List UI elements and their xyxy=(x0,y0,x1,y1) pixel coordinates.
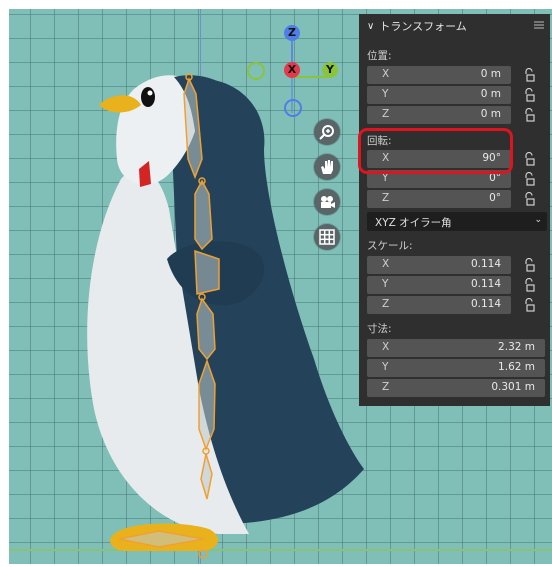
location-label: 位置: xyxy=(367,50,392,62)
field-value: 0.114 xyxy=(470,298,501,310)
gizmo-z-axis[interactable]: Z xyxy=(284,25,300,41)
axis-label: X xyxy=(382,258,390,270)
field-value: 0 m xyxy=(480,88,501,100)
hand-pan-icon[interactable] xyxy=(314,154,340,180)
axis-label: Z xyxy=(382,108,390,120)
dimensions-label: 寸法: xyxy=(367,323,392,335)
field-value: 0 m xyxy=(480,68,501,80)
chevron-down-icon[interactable]: ∨ xyxy=(367,21,374,32)
field-value: 1.62 m xyxy=(498,361,535,373)
lock-icon[interactable] xyxy=(523,278,535,292)
field-value: 0.114 xyxy=(470,278,501,290)
lock-icon[interactable] xyxy=(523,68,535,82)
gizmo-x-axis[interactable]: X xyxy=(284,62,300,78)
lock-icon[interactable] xyxy=(523,258,535,272)
field-value: 0 m xyxy=(480,108,501,120)
axis-label: Z xyxy=(382,298,390,310)
axis-label: X xyxy=(382,341,390,353)
scale-x-field[interactable]: X 0.114 xyxy=(367,256,511,274)
rotation-mode-dropdown[interactable]: XYZ オイラー角 ⌄ xyxy=(367,212,547,231)
axis-label: Y xyxy=(382,88,389,100)
location-z-field[interactable]: Z 0 m xyxy=(367,106,511,124)
transform-panel: ∨ トランスフォーム 位置: X0 m Y0 m Z0 m 回転: X 90° Y… xyxy=(359,14,550,406)
axis-label: X xyxy=(382,68,390,80)
field-value: 0.301 m xyxy=(491,381,535,393)
scale-z-field[interactable]: Z 0.114 xyxy=(367,296,511,314)
panel-menu-icon[interactable] xyxy=(534,20,544,30)
zoom-icon[interactable] xyxy=(314,119,340,145)
chevron-down-icon: ⌄ xyxy=(534,215,542,225)
axis-label: Z xyxy=(382,381,390,393)
rotation-mode-value: XYZ オイラー角 xyxy=(375,217,452,229)
grid-icon[interactable] xyxy=(314,224,340,250)
scale-label: スケール: xyxy=(367,240,413,252)
field-value: 0° xyxy=(489,192,501,204)
transform-panel-title: トランスフォーム xyxy=(379,20,467,33)
lock-icon[interactable] xyxy=(523,192,535,206)
location-x-field[interactable]: X 0 m xyxy=(367,66,511,84)
lock-icon[interactable] xyxy=(523,152,535,166)
transform-panel-header[interactable]: ∨ トランスフォーム xyxy=(359,14,550,38)
dimensions-z-field[interactable]: Z 0.301 m xyxy=(367,379,545,397)
dimensions-x-field[interactable]: X 2.32 m xyxy=(367,339,545,357)
scale-y-field[interactable]: Y 0.114 xyxy=(367,276,511,294)
rotation-x-highlight xyxy=(358,128,513,174)
gizmo-neg-z-axis[interactable] xyxy=(284,99,302,117)
camera-icon[interactable] xyxy=(314,189,340,215)
rotation-z-field[interactable]: Z 0° xyxy=(367,190,511,208)
field-value: 2.32 m xyxy=(498,341,535,353)
lock-icon[interactable] xyxy=(523,88,535,102)
axis-label: Y xyxy=(382,361,389,373)
penguin-eye xyxy=(141,87,155,107)
axis-label: Y xyxy=(382,278,389,290)
location-y-field[interactable]: Y 0 m xyxy=(367,86,511,104)
lock-icon[interactable] xyxy=(523,298,535,312)
axis-label: Z xyxy=(382,192,390,204)
gizmo-neg-x-axis[interactable] xyxy=(247,62,265,80)
dimensions-y-field[interactable]: Y 1.62 m xyxy=(367,359,545,377)
gizmo-y-axis[interactable]: Y xyxy=(322,62,338,78)
lock-icon[interactable] xyxy=(523,108,535,122)
field-value: 0.114 xyxy=(470,258,501,270)
lock-icon[interactable] xyxy=(523,172,535,186)
